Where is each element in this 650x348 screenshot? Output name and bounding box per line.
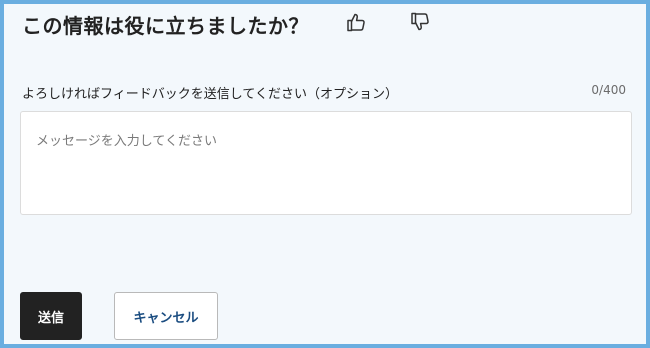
feedback-panel: この情報は役に立ちましたか？ よろしければフィードバックを送信してください（オプ… bbox=[0, 0, 650, 348]
feedback-title: この情報は役に立ちましたか？ bbox=[22, 14, 309, 38]
message-field-container bbox=[20, 111, 632, 215]
thumbs-down-icon[interactable] bbox=[408, 10, 432, 34]
message-input[interactable] bbox=[21, 112, 631, 214]
cancel-button[interactable]: キャンセル bbox=[114, 292, 218, 340]
submit-button[interactable]: 送信 bbox=[20, 292, 82, 340]
char-counter: 0/400 bbox=[591, 83, 626, 97]
thumbs-up-icon[interactable] bbox=[344, 10, 368, 34]
feedback-label: よろしければフィードバックを送信してください（オプション） bbox=[22, 87, 398, 102]
